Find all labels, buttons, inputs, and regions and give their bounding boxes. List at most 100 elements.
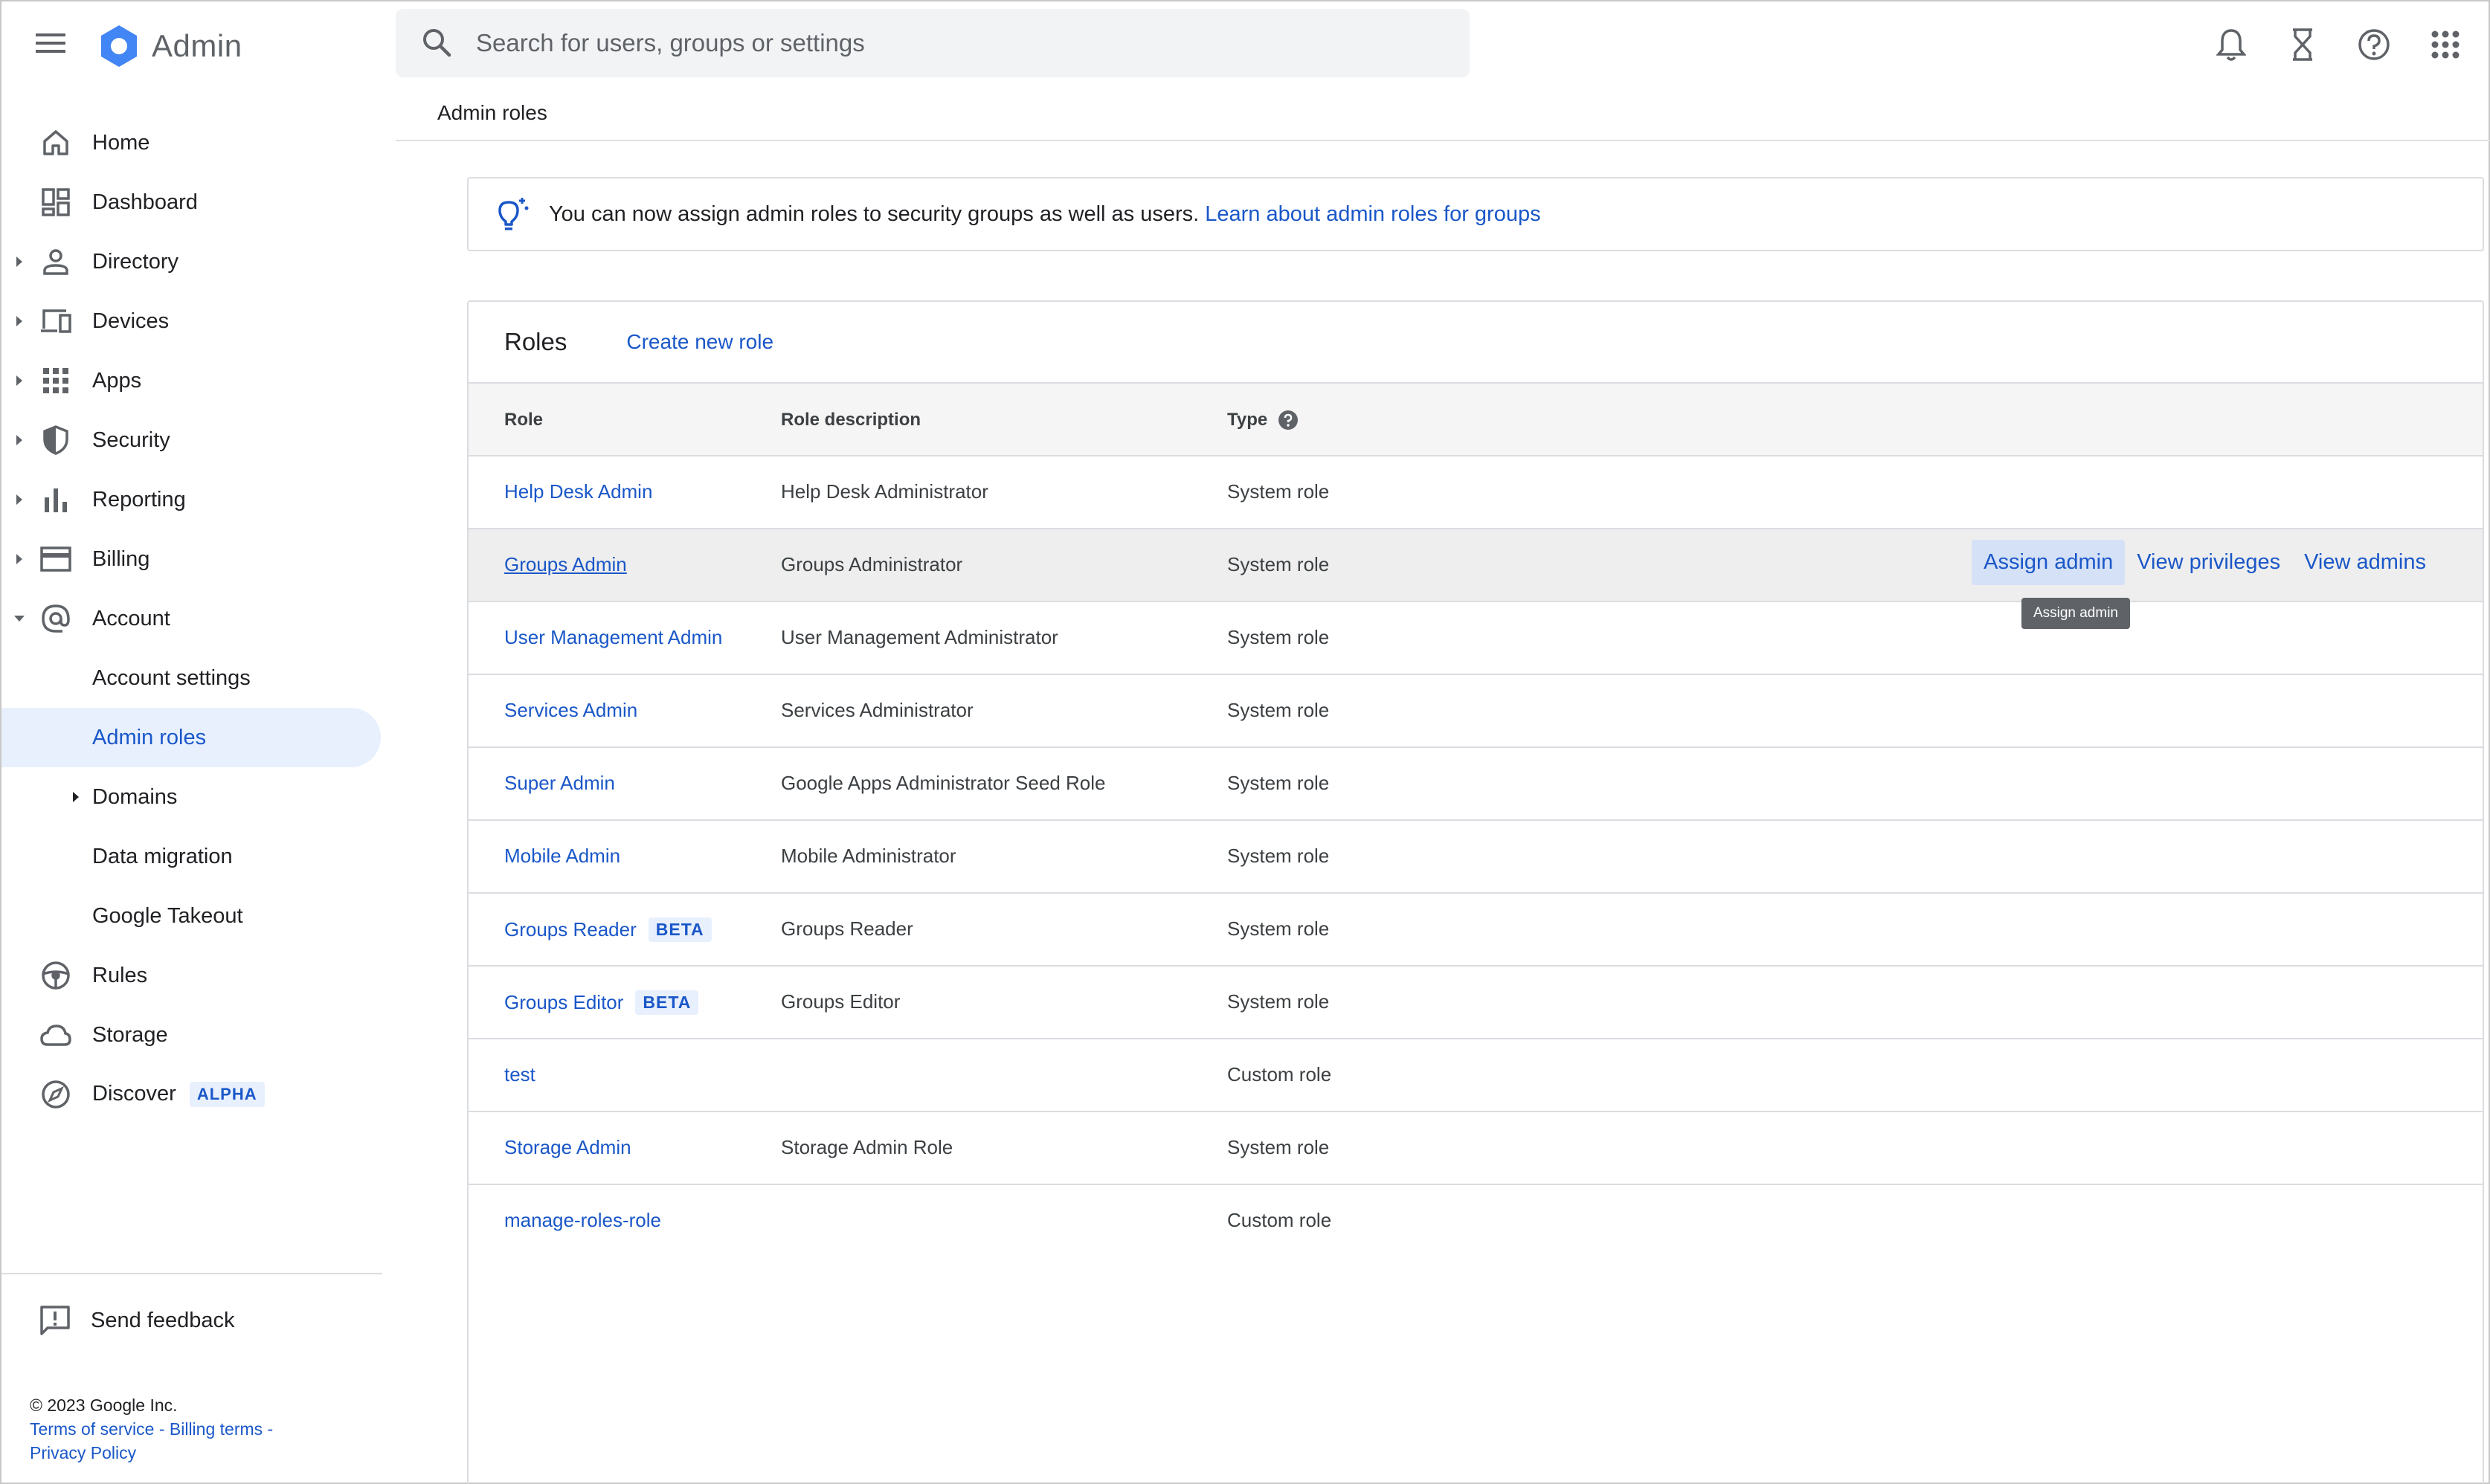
caret-right-icon[interactable]: [12, 552, 27, 567]
billing-terms-link[interactable]: Billing terms: [170, 1419, 263, 1439]
send-feedback-button[interactable]: Send feedback: [39, 1304, 234, 1337]
cloud-icon: [39, 1018, 73, 1052]
caret-right-icon[interactable]: [12, 433, 27, 448]
sidebar-item-reporting[interactable]: Reporting: [1, 470, 382, 529]
roles-title: Roles: [504, 328, 567, 355]
sidebar-item-data-migration[interactable]: Data migration: [1, 827, 382, 886]
roles-card-header: Roles Create new role: [469, 302, 2483, 384]
hourglass-icon[interactable]: [2282, 24, 2323, 65]
role-name-link[interactable]: Groups Editor: [504, 991, 623, 1014]
role-type: System role: [1227, 990, 1330, 1013]
role-description: Groups Editor: [781, 990, 901, 1013]
learn-admin-roles-link[interactable]: Learn about admin roles for groups: [1205, 202, 1540, 226]
role-description: Groups Administrator: [781, 553, 963, 575]
sidebar-item-account[interactable]: Account: [1, 589, 382, 648]
role-name-link[interactable]: Groups Admin: [504, 553, 627, 576]
table-row[interactable]: Storage Admin Storage Admin Role System …: [469, 1112, 2483, 1185]
table-row[interactable]: Mobile Admin Mobile Administrator System…: [469, 821, 2483, 894]
help-icon[interactable]: [2353, 24, 2395, 65]
sidebar-item-security[interactable]: Security: [1, 410, 382, 470]
shield-icon: [39, 423, 73, 457]
caret-right-icon[interactable]: [68, 790, 83, 804]
app-title: Admin: [152, 28, 242, 63]
caret-right-icon[interactable]: [12, 314, 27, 329]
notifications-icon[interactable]: [2210, 24, 2252, 65]
table-row[interactable]: test Custom role: [469, 1039, 2483, 1112]
create-new-role-link[interactable]: Create new role: [626, 330, 773, 354]
search-input[interactable]: [476, 29, 1368, 57]
sidebar-item-billing[interactable]: Billing: [1, 529, 382, 589]
breadcrumb-divider: [396, 140, 2490, 141]
sidebar-item-home[interactable]: Home: [1, 113, 382, 172]
role-description: Google Apps Administrator Seed Role: [781, 772, 1106, 794]
role-description: Help Desk Administrator: [781, 480, 988, 503]
person-icon: [39, 245, 73, 279]
beta-badge: BETA: [635, 990, 699, 1015]
role-name-link[interactable]: Super Admin: [504, 772, 615, 795]
role-name-link[interactable]: Services Admin: [504, 699, 637, 722]
search-bar[interactable]: [396, 9, 1470, 77]
sidebar-item-domains[interactable]: Domains: [1, 767, 382, 827]
roles-card: Roles Create new role Role Role descript…: [467, 300, 2484, 1484]
table-row[interactable]: Help Desk Admin Help Desk Administrator …: [469, 457, 2483, 529]
footer: © 2023 Google Inc. Terms of service - Bi…: [30, 1393, 273, 1465]
role-name-link[interactable]: Mobile Admin: [504, 845, 620, 868]
main-menu-icon[interactable]: [31, 24, 70, 62]
sidebar-item-discover[interactable]: Discover ALPHA: [1, 1065, 382, 1124]
sidebar-item-dashboard[interactable]: Dashboard: [1, 172, 382, 232]
sidebar-item-storage[interactable]: Storage: [1, 1005, 382, 1065]
table-row[interactable]: User Management Admin User Management Ad…: [469, 602, 2483, 675]
apps-grid-icon[interactable]: [2425, 24, 2466, 65]
table-row[interactable]: Super Admin Google Apps Administrator Se…: [469, 748, 2483, 821]
role-name-link[interactable]: manage-roles-role: [504, 1209, 661, 1232]
sidebar-item-google-takeout[interactable]: Google Takeout: [1, 886, 382, 946]
sidebar-item-rules[interactable]: Rules: [1, 946, 382, 1005]
roles-table-header: Role Role description Type: [469, 384, 2483, 457]
table-row[interactable]: Groups Reader BETA Groups Reader System r…: [469, 894, 2483, 967]
column-header-type[interactable]: Type: [1227, 410, 1299, 430]
table-row[interactable]: Groups Admin Groups Administrator System…: [469, 529, 2483, 629]
caret-right-icon[interactable]: [12, 373, 27, 388]
role-name-link[interactable]: Storage Admin: [504, 1136, 631, 1159]
home-icon: [39, 126, 73, 160]
admin-logo[interactable]: Admin: [95, 22, 242, 70]
role-name-link[interactable]: User Management Admin: [504, 626, 722, 649]
type-help-icon[interactable]: [1278, 410, 1299, 430]
table-row[interactable]: Groups Editor BETA Groups Editor System r…: [469, 967, 2483, 1039]
assign-admin-button[interactable]: Assign admin: [1972, 540, 2126, 585]
role-description: User Management Administrator: [781, 626, 1058, 648]
caret-right-icon[interactable]: [12, 492, 27, 507]
apps-icon: [39, 364, 73, 398]
table-row[interactable]: Services Admin Services Administrator Sy…: [469, 675, 2483, 748]
footer-separator: -: [154, 1419, 170, 1439]
sidebar-item-directory[interactable]: Directory: [1, 232, 382, 291]
caret-right-icon[interactable]: [12, 254, 27, 269]
role-name-link[interactable]: test: [504, 1063, 535, 1086]
sidebar-item-apps[interactable]: Apps: [1, 351, 382, 410]
sidebar-item-devices[interactable]: Devices: [1, 291, 382, 351]
role-type: System role: [1227, 845, 1330, 867]
dashboard-icon: [39, 185, 73, 219]
credit-card-icon: [39, 542, 73, 576]
sidebar-divider: [1, 1273, 382, 1274]
role-name-link[interactable]: Groups Reader: [504, 918, 637, 941]
privacy-policy-link[interactable]: Privacy Policy: [30, 1443, 136, 1462]
role-type: System role: [1227, 626, 1330, 648]
sidebar-item-admin-roles[interactable]: Admin roles: [1, 708, 381, 767]
feedback-icon: [40, 1306, 70, 1335]
column-header-role[interactable]: Role: [504, 410, 543, 430]
table-row[interactable]: manage-roles-role Custom role: [469, 1185, 2483, 1258]
banner-message: You can now assign admin roles to securi…: [549, 201, 1200, 226]
info-banner: You can now assign admin roles to securi…: [467, 177, 2484, 251]
view-privileges-button[interactable]: View privileges: [2125, 540, 2292, 585]
at-sign-icon: [39, 601, 73, 636]
view-admins-button[interactable]: View admins: [2292, 540, 2438, 585]
column-header-description[interactable]: Role description: [781, 410, 921, 430]
role-type: System role: [1227, 480, 1330, 503]
role-name-link[interactable]: Help Desk Admin: [504, 480, 652, 503]
sidebar-item-account-settings[interactable]: Account settings: [1, 648, 382, 708]
caret-down-icon[interactable]: [12, 611, 27, 626]
terms-of-service-link[interactable]: Terms of service: [30, 1419, 154, 1439]
column-header-type-label: Type: [1227, 410, 1268, 430]
role-description: Services Administrator: [781, 699, 974, 721]
